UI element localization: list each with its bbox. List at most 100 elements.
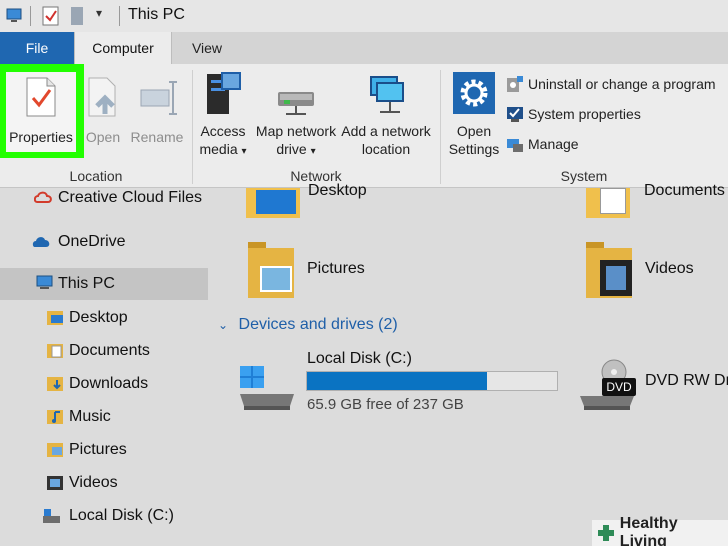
system-properties-icon — [507, 107, 523, 122]
onedrive-cloud-icon — [32, 237, 50, 247]
system-properties-button[interactable]: System properties — [506, 102, 641, 126]
folder-pictures-label: Pictures — [307, 260, 365, 277]
sidebar-item-label: Local Disk (C:) — [69, 507, 174, 524]
properties-icon — [26, 77, 56, 117]
drive-local-disk-c[interactable] — [238, 364, 298, 412]
media-server-icon — [207, 72, 241, 114]
tab-file[interactable]: File — [0, 32, 74, 64]
properties-label: Properties — [9, 129, 73, 145]
healthy-living-cross-icon — [598, 525, 614, 541]
network-location-icon — [370, 76, 404, 113]
devices-and-drives-header[interactable]: ⌄ Devices and drives (2) — [218, 316, 398, 334]
pictures-photo-icon — [260, 266, 292, 292]
folder-pictures[interactable] — [248, 242, 296, 298]
access-media-label-1: Access — [200, 123, 246, 139]
sidebar-item-label: Videos — [69, 474, 118, 491]
separator — [119, 6, 120, 26]
system-properties-label: System properties — [528, 106, 641, 122]
separator — [30, 6, 31, 26]
sidebar-item-label: Creative Cloud Files — [58, 189, 203, 206]
map-network-drive-label-2: drive ▾ — [276, 141, 316, 157]
new-folder-quick-icon[interactable] — [70, 6, 84, 26]
group-separator — [192, 70, 193, 184]
folder-videos-label: Videos — [645, 260, 694, 277]
rename-button[interactable]: Rename — [128, 72, 186, 146]
title-bar: ▾ This PC — [0, 0, 728, 32]
document-page-icon — [600, 188, 626, 214]
settings-gear-icon — [453, 72, 495, 114]
uninstall-icon — [507, 76, 523, 92]
open-icon — [88, 77, 116, 117]
manage-icon — [507, 139, 523, 152]
local-disk-free-space: 65.9 GB free of 237 GB — [307, 396, 464, 413]
pictures-folder-icon — [47, 443, 63, 457]
customize-quick-access-icon[interactable]: ▾ — [96, 6, 102, 20]
desktop-folder-icon — [47, 311, 63, 325]
window-title: This PC — [128, 6, 185, 23]
sidebar-item-label: Pictures — [69, 441, 127, 458]
folder-documents[interactable] — [586, 188, 632, 220]
tab-computer[interactable]: Computer — [74, 32, 172, 64]
access-media-button[interactable]: Access media ▾ — [198, 70, 248, 161]
local-disk-icon — [43, 509, 60, 523]
open-label: Open — [85, 129, 121, 145]
map-network-drive-label-1: Map network — [255, 123, 337, 139]
documents-folder-icon — [47, 344, 63, 358]
add-network-location-button[interactable]: Add a network location — [340, 70, 432, 158]
local-disk-label: Local Disk (C:) — [307, 350, 412, 367]
desktop-screen-icon — [256, 190, 296, 214]
map-network-drive-button[interactable]: Map network drive ▾ — [254, 70, 338, 161]
sidebar-item-local-disk[interactable]: Local Disk (C:) — [0, 500, 208, 532]
disk-usage-fill — [307, 372, 487, 390]
sidebar-item-music[interactable]: Music — [0, 401, 208, 433]
sidebar-item-creative-cloud-files[interactable]: Creative Cloud Files — [0, 182, 208, 214]
manage-button[interactable]: Manage — [506, 132, 579, 156]
ribbon-tabs: File Computer View — [0, 32, 728, 64]
dvd-drive-label: DVD RW Dr — [645, 372, 728, 389]
watermark: Healthy Living — [592, 515, 728, 546]
music-folder-icon — [47, 410, 63, 424]
sidebar-item-label: Documents — [69, 342, 150, 359]
creative-cloud-icon — [34, 191, 52, 203]
folder-documents-label: Documents — [644, 182, 725, 199]
properties-button[interactable]: Properties — [6, 72, 76, 152]
access-media-label-2: media ▾ — [199, 141, 247, 157]
uninstall-program-button[interactable]: Uninstall or change a program — [506, 72, 716, 96]
watermark-text: Healthy Living — [619, 515, 678, 546]
sidebar-item-videos[interactable]: Videos — [0, 467, 208, 499]
sidebar-item-label: Desktop — [69, 309, 128, 326]
sidebar-item-label: This PC — [58, 275, 115, 292]
sidebar-item-desktop[interactable]: Desktop — [0, 302, 208, 334]
this-pc-icon — [36, 275, 53, 289]
videos-folder-icon — [47, 476, 63, 490]
rename-icon — [140, 81, 177, 115]
sidebar-item-onedrive[interactable]: OneDrive — [0, 226, 208, 258]
sidebar-item-documents[interactable]: Documents — [0, 335, 208, 367]
sidebar-item-label: Music — [69, 408, 111, 425]
network-drive-icon — [278, 92, 314, 115]
sidebar-item-pictures[interactable]: Pictures — [0, 434, 208, 466]
tab-view[interactable]: View — [172, 32, 242, 64]
content-pane: Desktop Documents Pictures Videos ⌄ Devi… — [208, 182, 728, 546]
disk-usage-bar — [306, 371, 558, 391]
computer-icon — [6, 8, 22, 22]
uninstall-label: Uninstall or change a program — [528, 76, 716, 92]
drive-dvd-rw[interactable]: DVD — [578, 358, 638, 412]
sidebar-item-this-pc[interactable]: This PC — [0, 268, 208, 300]
open-settings-button[interactable]: Open Settings — [446, 70, 502, 158]
sidebar-item-label: Downloads — [69, 375, 149, 392]
open-settings-label-1: Open — [456, 123, 492, 139]
local-disk-drive-icon — [240, 366, 294, 410]
sidebar-item-downloads[interactable]: Downloads — [0, 368, 208, 400]
add-network-location-label-1: Add a network — [341, 123, 431, 139]
properties-quick-icon[interactable] — [42, 6, 60, 26]
add-network-location-label-2: location — [361, 141, 411, 157]
rename-label: Rename — [130, 129, 184, 145]
chevron-down-icon: ⌄ — [218, 318, 229, 332]
sidebar-item-label: OneDrive — [58, 233, 126, 250]
open-button[interactable]: Open — [84, 72, 122, 146]
folder-videos[interactable] — [586, 242, 634, 298]
dvd-badge: DVD — [602, 378, 636, 396]
manage-label: Manage — [528, 136, 579, 152]
folder-desktop[interactable] — [246, 188, 316, 220]
